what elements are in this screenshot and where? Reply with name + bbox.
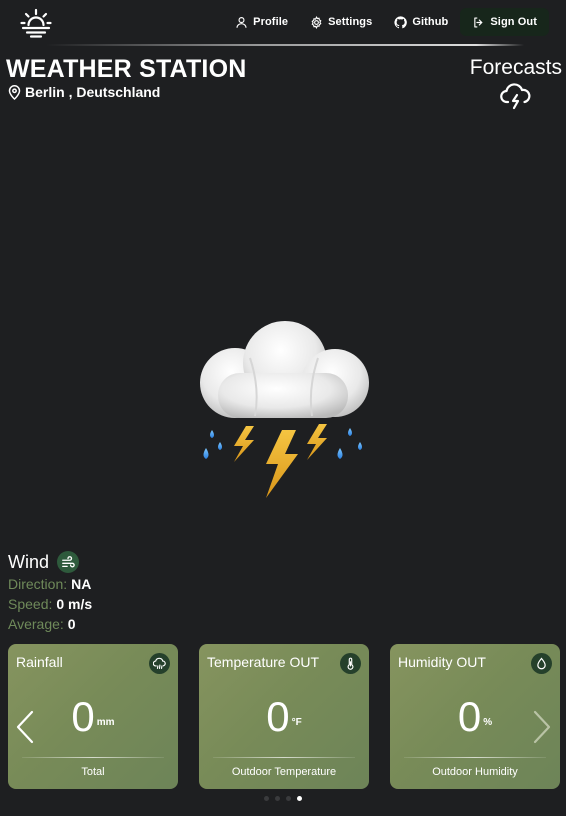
wind-speed: Speed: 0 m/s xyxy=(8,596,92,613)
thunderstorm-icon xyxy=(190,318,380,503)
wind-speed-label: Speed: xyxy=(8,596,53,612)
top-nav: Profile Settings Github Sign Out xyxy=(0,0,566,46)
carousel-dot[interactable] xyxy=(286,796,291,801)
location-label: Berlin , Deutschland xyxy=(25,84,161,100)
nav-settings-label: Settings xyxy=(328,16,373,28)
nav-github-label: Github xyxy=(412,16,449,28)
rainfall-value: 0 xyxy=(71,693,95,740)
temperature-card[interactable]: Temperature OUT 0 °F Outdoor Temperature xyxy=(199,644,369,789)
nav-settings-link[interactable]: Settings xyxy=(299,8,383,36)
card-divider xyxy=(404,757,546,758)
temperature-value-wrap: 0 °F xyxy=(199,694,369,740)
temperature-value: 0 xyxy=(266,693,290,740)
sign-out-label: Sign Out xyxy=(490,16,537,28)
location: Berlin , Deutschland xyxy=(8,84,160,100)
wind-panel: Wind Direction: NA Speed: 0 m/s Average: 0 xyxy=(8,551,92,633)
humidity-unit: % xyxy=(483,717,493,728)
sign-out-icon xyxy=(474,16,483,28)
temperature-footer: Outdoor Temperature xyxy=(231,766,337,778)
humidity-card-title: Humidity OUT xyxy=(398,654,486,670)
temperature-unit: °F xyxy=(291,717,302,728)
nav-profile-label: Profile xyxy=(253,16,289,28)
wind-direction-value: NA xyxy=(71,576,92,592)
carousel-next-button[interactable] xyxy=(532,709,552,745)
carousel-prev-button[interactable] xyxy=(15,709,35,745)
sign-out-button[interactable]: Sign Out xyxy=(460,8,549,36)
chevron-left-icon xyxy=(16,710,34,744)
wind-average: Average: 0 xyxy=(8,616,92,633)
rainfall-unit: mm xyxy=(96,717,115,728)
page-title: WEATHER STATION xyxy=(6,55,247,83)
carousel-dot[interactable] xyxy=(275,796,280,801)
wind-average-value: 0 xyxy=(67,616,76,632)
sunrise-icon[interactable] xyxy=(20,8,52,38)
thermometer-icon xyxy=(340,653,361,674)
rainfall-card-title: Rainfall xyxy=(16,654,63,670)
wind-title: Wind xyxy=(8,551,50,572)
nav-profile-link[interactable]: Profile xyxy=(224,8,299,36)
forecasts-label: Forecasts xyxy=(469,56,562,79)
user-icon xyxy=(236,16,247,28)
card-divider xyxy=(22,757,164,758)
github-icon xyxy=(394,15,408,28)
wind-icon xyxy=(57,551,80,573)
wind-direction-label: Direction: xyxy=(8,576,68,592)
droplet-icon xyxy=(531,653,552,674)
chevron-right-icon xyxy=(533,710,551,744)
map-pin-icon xyxy=(8,84,21,100)
carousel-dot-active[interactable] xyxy=(297,796,302,801)
humidity-value: 0 xyxy=(457,693,482,740)
humidity-footer: Outdoor Humidity xyxy=(432,766,518,778)
nav-github-link[interactable]: Github xyxy=(383,8,459,36)
nav-divider xyxy=(46,44,524,46)
cloud-rain-icon xyxy=(149,653,170,674)
wind-speed-value: 0 m/s xyxy=(56,596,93,612)
wind-average-label: Average: xyxy=(8,616,64,632)
wind-direction: Direction: NA xyxy=(8,576,92,593)
card-divider xyxy=(213,757,355,758)
cloud-lightning-icon xyxy=(500,83,531,110)
gear-icon xyxy=(311,15,322,29)
forecasts-button[interactable]: Forecasts xyxy=(470,56,562,115)
carousel-dots xyxy=(264,796,302,801)
rainfall-footer: Total xyxy=(81,766,105,778)
temperature-card-title: Temperature OUT xyxy=(207,654,320,670)
carousel-dot[interactable] xyxy=(264,796,269,801)
